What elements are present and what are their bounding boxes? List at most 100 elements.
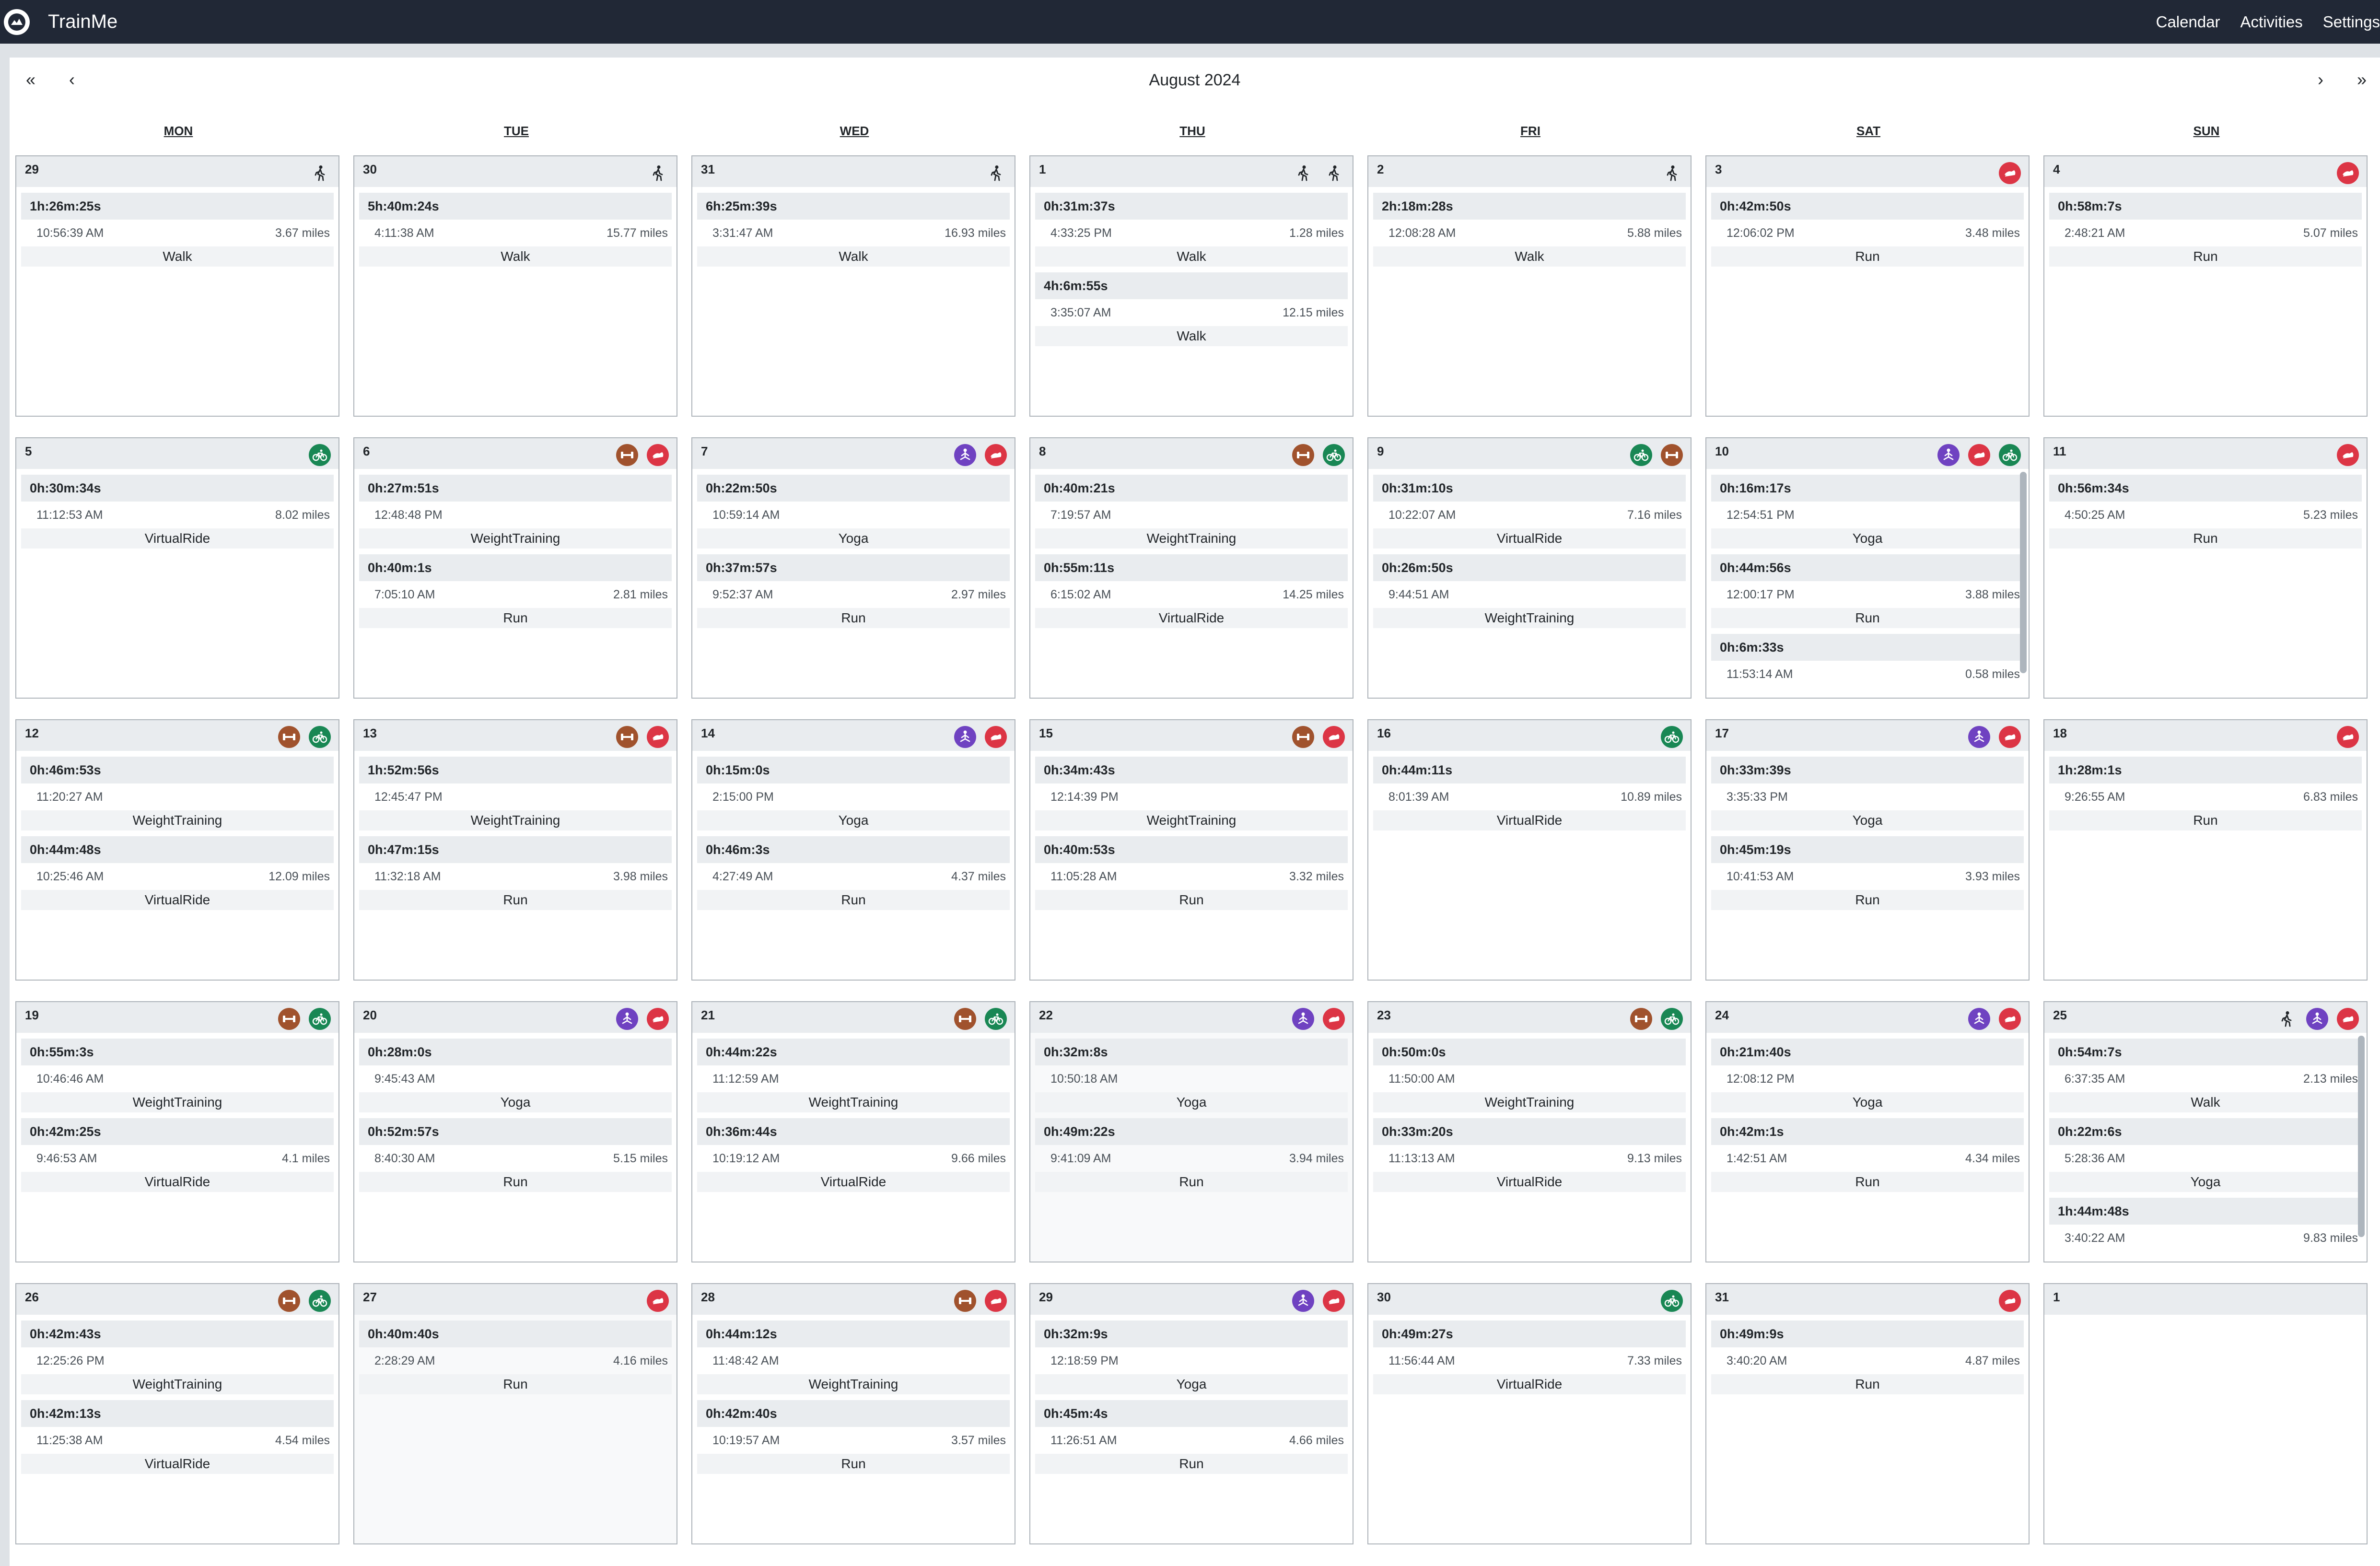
- day-cell[interactable]: 29 0h:32m:9s 12:18:59 PM Yoga 0h:45m:4s 11:26…: [1029, 1283, 1353, 1544]
- activity-item[interactable]: 0h:42m:25s 9:46:53 AM 4.1 miles VirtualRide: [21, 1118, 334, 1192]
- weight-training-icon[interactable]: [954, 1008, 976, 1030]
- day-cell[interactable]: 30 5h:40m:24s 4:11:38 AM 15.77 miles Walk: [353, 155, 677, 417]
- day-cell[interactable]: 10 0h:16m:17s 12:54:51 PM Yoga 0h:44m:56s 12:…: [1705, 437, 2030, 699]
- activity-item[interactable]: 0h:40m:21s 7:19:57 AM WeightTraining: [1035, 475, 1348, 549]
- activity-item[interactable]: 0h:49m:9s 3:40:20 AM 4.87 miles Run: [1711, 1321, 2024, 1394]
- day-cell[interactable]: 5 0h:30m:34s 11:12:53 AM 8.02 miles VirtualR…: [15, 437, 339, 699]
- activity-item[interactable]: 0h:45m:19s 10:41:53 AM 3.93 miles Run: [1711, 836, 2024, 910]
- day-cell[interactable]: 7 0h:22m:50s 10:59:14 AM Yoga 0h:37m:57s 9:52…: [691, 437, 1015, 699]
- activity-item[interactable]: 0h:28m:0s 9:45:43 AM Yoga: [359, 1039, 672, 1112]
- activity-item[interactable]: 2h:18m:28s 12:08:28 AM 5.88 miles Walk: [1373, 193, 1686, 267]
- activity-item[interactable]: 0h:6m:33s 11:53:14 AM 0.58 miles: [1711, 634, 2024, 688]
- run-shoe-icon[interactable]: [1999, 1290, 2021, 1312]
- day-scrollbar[interactable]: [2358, 1036, 2365, 1237]
- activity-item[interactable]: 0h:44m:56s 12:00:17 PM 3.88 miles Run: [1711, 554, 2024, 628]
- walk-icon[interactable]: [1323, 162, 1345, 184]
- yoga-icon[interactable]: [954, 444, 976, 466]
- walk-icon[interactable]: [309, 162, 331, 184]
- run-shoe-icon[interactable]: [2337, 444, 2359, 466]
- activity-item[interactable]: 0h:55m:11s 6:15:02 AM 14.25 miles VirtualRi…: [1035, 554, 1348, 628]
- nav-calendar[interactable]: Calendar: [2156, 13, 2220, 31]
- day-cell[interactable]: 30 0h:49m:27s 11:56:44 AM 7.33 miles Virtual…: [1367, 1283, 1692, 1544]
- activity-item[interactable]: 0h:34m:43s 12:14:39 PM WeightTraining: [1035, 757, 1348, 830]
- activity-item[interactable]: 1h:26m:25s 10:56:39 AM 3.67 miles Walk: [21, 193, 334, 267]
- run-shoe-icon[interactable]: [647, 1290, 669, 1312]
- day-cell[interactable]: 31 0h:49m:9s 3:40:20 AM 4.87 miles Run: [1705, 1283, 2030, 1544]
- day-cell[interactable]: 3 0h:42m:50s 12:06:02 PM 3.48 miles Run: [1705, 155, 2030, 417]
- bike-icon[interactable]: [309, 726, 331, 748]
- day-cell[interactable]: 28 0h:44m:12s 11:48:42 AM WeightTraining 0h:…: [691, 1283, 1015, 1544]
- bike-icon[interactable]: [309, 1008, 331, 1030]
- activity-item[interactable]: 0h:31m:37s 4:33:25 PM 1.28 miles Walk: [1035, 193, 1348, 267]
- yoga-icon[interactable]: [954, 726, 976, 748]
- activity-item[interactable]: 0h:46m:53s 11:20:27 AM WeightTraining: [21, 757, 334, 830]
- day-cell[interactable]: 22 0h:32m:8s 10:50:18 AM Yoga 0h:49m:22s 9:41…: [1029, 1001, 1353, 1262]
- weight-training-icon[interactable]: [616, 726, 638, 748]
- day-cell[interactable]: 12 0h:46m:53s 11:20:27 AM WeightTraining 0h:…: [15, 719, 339, 981]
- day-cell[interactable]: 13 1h:52m:56s 12:45:47 PM WeightTraining 0h:…: [353, 719, 677, 981]
- walk-icon[interactable]: [985, 162, 1007, 184]
- activity-item[interactable]: 0h:44m:22s 11:12:59 AM WeightTraining: [697, 1039, 1010, 1112]
- activity-item[interactable]: 0h:22m:50s 10:59:14 AM Yoga: [697, 475, 1010, 549]
- day-cell[interactable]: 4 0h:58m:7s 2:48:21 AM 5.07 miles Run: [2043, 155, 2368, 417]
- yoga-icon[interactable]: [1292, 1008, 1314, 1030]
- day-cell[interactable]: 16 0h:44m:11s 8:01:39 AM 10.89 miles Virtual…: [1367, 719, 1692, 981]
- bike-icon[interactable]: [1661, 726, 1683, 748]
- activity-item[interactable]: 0h:30m:34s 11:12:53 AM 8.02 miles VirtualRi…: [21, 475, 334, 549]
- walk-icon[interactable]: [1292, 162, 1314, 184]
- day-cell[interactable]: 19 0h:55m:3s 10:46:46 AM WeightTraining 0h:4…: [15, 1001, 339, 1262]
- activity-item[interactable]: 0h:32m:8s 10:50:18 AM Yoga: [1035, 1039, 1348, 1112]
- next-month-button[interactable]: ›: [2318, 71, 2323, 88]
- run-shoe-icon[interactable]: [647, 726, 669, 748]
- yoga-icon[interactable]: [1292, 1290, 1314, 1312]
- yoga-icon[interactable]: [2306, 1008, 2328, 1030]
- run-shoe-icon[interactable]: [985, 1290, 1007, 1312]
- activity-item[interactable]: 0h:21m:40s 12:08:12 PM Yoga: [1711, 1039, 2024, 1112]
- day-cell[interactable]: 24 0h:21m:40s 12:08:12 PM Yoga 0h:42m:1s 1:42…: [1705, 1001, 2030, 1262]
- day-cell[interactable]: 27 0h:40m:40s 2:28:29 AM 4.16 miles Run: [353, 1283, 677, 1544]
- activity-item[interactable]: 0h:42m:13s 11:25:38 AM 4.54 miles VirtualRi…: [21, 1400, 334, 1474]
- bike-icon[interactable]: [1999, 444, 2021, 466]
- activity-item[interactable]: 0h:40m:40s 2:28:29 AM 4.16 miles Run: [359, 1321, 672, 1394]
- run-shoe-icon[interactable]: [1999, 162, 2021, 184]
- activity-item[interactable]: 0h:55m:3s 10:46:46 AM WeightTraining: [21, 1039, 334, 1112]
- day-cell[interactable]: 1 0h:31m:37s 4:33:25 PM 1.28 miles Walk 4h:6m…: [1029, 155, 1353, 417]
- walk-icon[interactable]: [2275, 1008, 2298, 1030]
- day-cell[interactable]: 15 0h:34m:43s 12:14:39 PM WeightTraining 0h:…: [1029, 719, 1353, 981]
- weight-training-icon[interactable]: [1661, 444, 1683, 466]
- brand[interactable]: TrainMe: [4, 9, 117, 35]
- bike-icon[interactable]: [1323, 444, 1345, 466]
- activity-item[interactable]: 0h:56m:34s 4:50:25 AM 5.23 miles Run: [2049, 475, 2362, 549]
- activity-item[interactable]: 0h:40m:53s 11:05:28 AM 3.32 miles Run: [1035, 836, 1348, 910]
- activity-item[interactable]: 1h:52m:56s 12:45:47 PM WeightTraining: [359, 757, 672, 830]
- weight-training-icon[interactable]: [278, 1008, 300, 1030]
- walk-icon[interactable]: [647, 162, 669, 184]
- run-shoe-icon[interactable]: [2337, 162, 2359, 184]
- run-shoe-icon[interactable]: [1968, 444, 1990, 466]
- activity-item[interactable]: 0h:47m:15s 11:32:18 AM 3.98 miles Run: [359, 836, 672, 910]
- walk-icon[interactable]: [1661, 162, 1683, 184]
- activity-item[interactable]: 0h:37m:57s 9:52:37 AM 2.97 miles Run: [697, 554, 1010, 628]
- day-cell[interactable]: 21 0h:44m:22s 11:12:59 AM WeightTraining 0h:…: [691, 1001, 1015, 1262]
- activity-item[interactable]: 0h:26m:50s 9:44:51 AM WeightTraining: [1373, 554, 1686, 628]
- day-scrollbar[interactable]: [2020, 472, 2027, 673]
- run-shoe-icon[interactable]: [1323, 1008, 1345, 1030]
- activity-item[interactable]: 0h:15m:0s 2:15:00 PM Yoga: [697, 757, 1010, 830]
- next-year-button[interactable]: »: [2357, 71, 2367, 88]
- weight-training-icon[interactable]: [278, 1290, 300, 1312]
- activity-item[interactable]: 0h:40m:1s 7:05:10 AM 2.81 miles Run: [359, 554, 672, 628]
- bike-icon[interactable]: [1630, 444, 1652, 466]
- activity-item[interactable]: 0h:50m:0s 11:50:00 AM WeightTraining: [1373, 1039, 1686, 1112]
- bike-icon[interactable]: [985, 1008, 1007, 1030]
- activity-item[interactable]: 0h:46m:3s 4:27:49 AM 4.37 miles Run: [697, 836, 1010, 910]
- day-cell[interactable]: 31 6h:25m:39s 3:31:47 AM 16.93 miles Walk: [691, 155, 1015, 417]
- activity-item[interactable]: 1h:28m:1s 9:26:55 AM 6.83 miles Run: [2049, 757, 2362, 830]
- day-cell[interactable]: 20 0h:28m:0s 9:45:43 AM Yoga 0h:52m:57s 8:40:…: [353, 1001, 677, 1262]
- activity-item[interactable]: 1h:44m:48s 3:40:22 AM 9.83 miles: [2049, 1198, 2362, 1251]
- activity-item[interactable]: 0h:44m:11s 8:01:39 AM 10.89 miles VirtualRi…: [1373, 757, 1686, 830]
- yoga-icon[interactable]: [1937, 444, 1960, 466]
- activity-item[interactable]: 0h:42m:43s 12:25:26 PM WeightTraining: [21, 1321, 334, 1394]
- activity-item[interactable]: 0h:33m:39s 3:35:33 PM Yoga: [1711, 757, 2024, 830]
- run-shoe-icon[interactable]: [647, 444, 669, 466]
- yoga-icon[interactable]: [1968, 726, 1990, 748]
